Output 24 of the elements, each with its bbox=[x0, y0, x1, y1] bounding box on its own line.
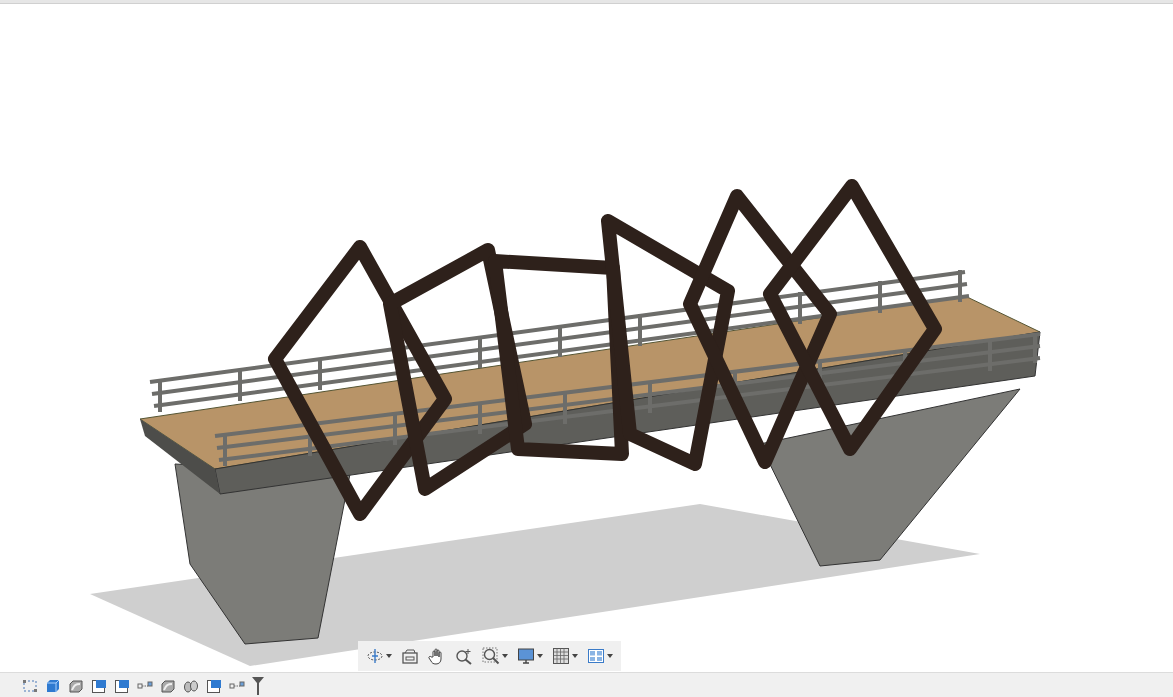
extrude-icon[interactable] bbox=[45, 677, 61, 694]
shell-icon[interactable] bbox=[68, 677, 84, 694]
plane-icon[interactable] bbox=[114, 677, 130, 694]
shell-icon[interactable] bbox=[160, 677, 176, 694]
display-button[interactable] bbox=[515, 645, 545, 667]
caret-icon bbox=[502, 654, 508, 658]
viewports-icon bbox=[587, 647, 605, 665]
monitor-icon bbox=[517, 647, 535, 665]
timeline-marker-icon[interactable] bbox=[252, 676, 264, 695]
zoom-window-icon bbox=[482, 647, 500, 665]
plane-icon[interactable] bbox=[206, 677, 222, 694]
loft-icon[interactable] bbox=[183, 677, 199, 694]
orbit-icon bbox=[366, 647, 384, 665]
sketch-icon[interactable] bbox=[22, 677, 38, 694]
zoom-icon bbox=[455, 647, 473, 665]
caret-icon bbox=[537, 654, 543, 658]
caret-icon bbox=[607, 654, 613, 658]
plane-icon[interactable] bbox=[91, 677, 107, 694]
look-at-icon bbox=[401, 647, 419, 665]
caret-icon bbox=[386, 654, 392, 658]
grid-button[interactable] bbox=[550, 645, 580, 667]
fit-button[interactable] bbox=[480, 645, 510, 667]
grid-icon bbox=[552, 647, 570, 665]
caret-icon bbox=[572, 654, 578, 658]
